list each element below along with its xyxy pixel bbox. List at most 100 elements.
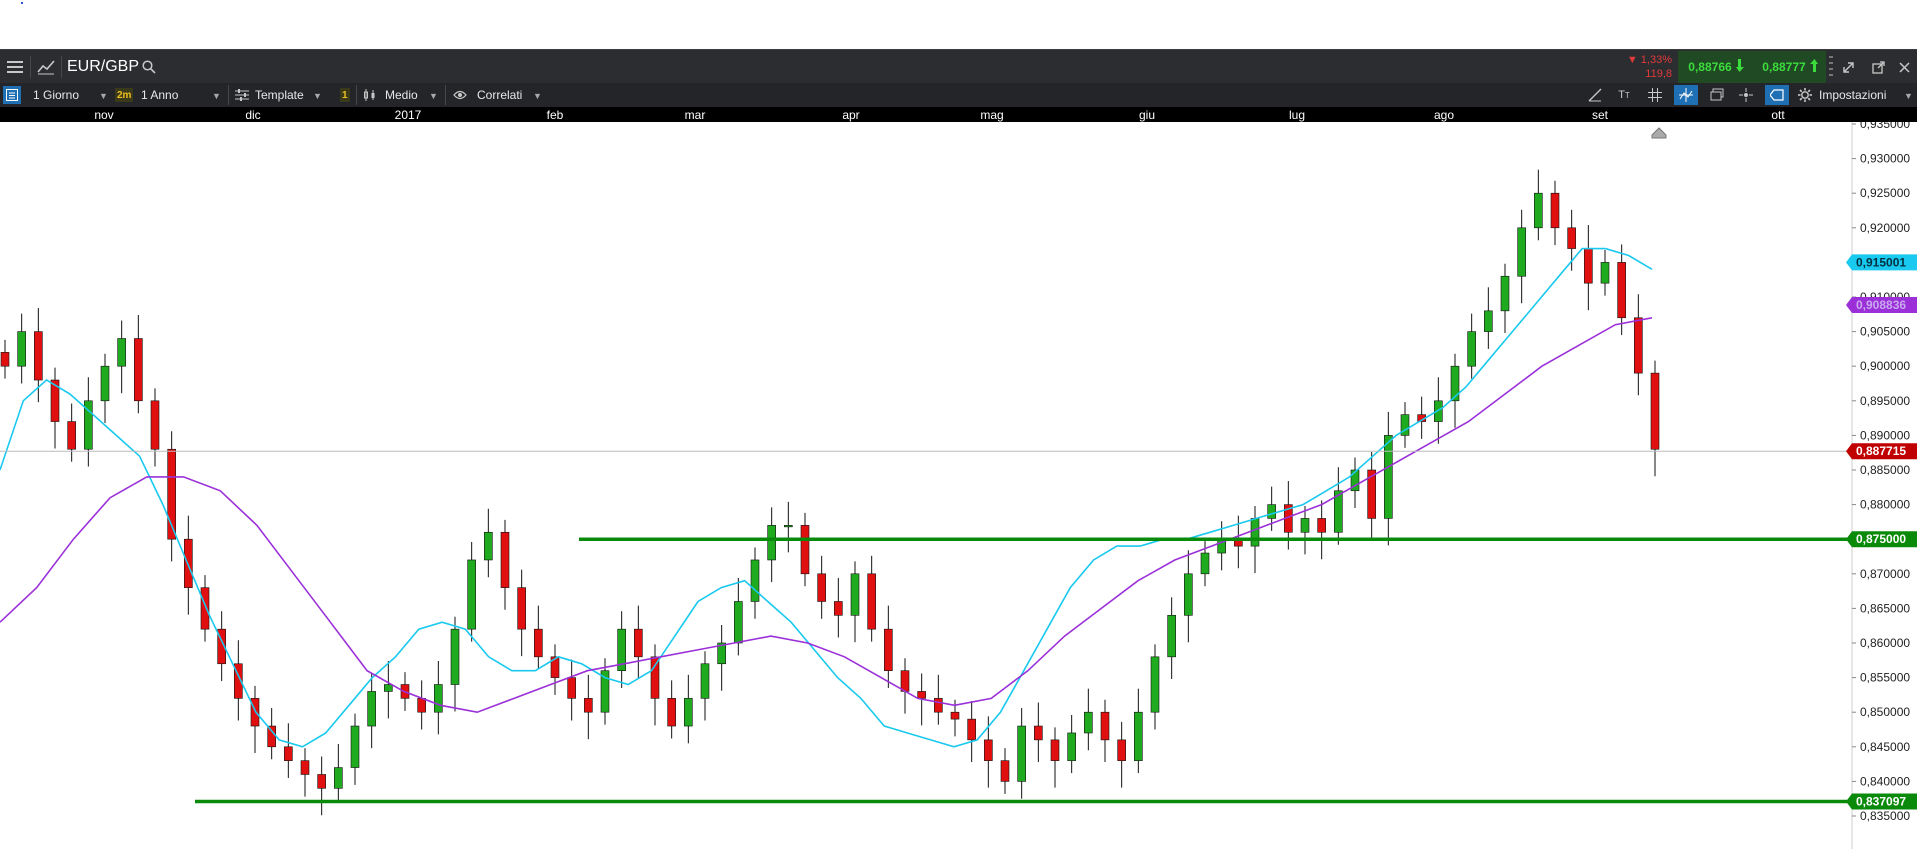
text-size-icon[interactable]: TT	[1615, 87, 1633, 103]
chevron-down-icon[interactable]: ▼	[1904, 91, 1913, 101]
range-label: 1 Anno	[141, 88, 179, 102]
candle-up	[1167, 615, 1176, 658]
candle-up	[750, 559, 760, 602]
candle-down	[1567, 227, 1576, 249]
popout-icon[interactable]	[1870, 59, 1886, 75]
candle-down	[534, 628, 543, 658]
y-tick-label: 0,900000	[1860, 359, 1910, 373]
range-select[interactable]: 1 Anno	[141, 83, 221, 107]
candle-down	[1317, 518, 1326, 533]
y-tick-label: 0,930000	[1860, 152, 1910, 166]
close-icon[interactable]	[1896, 59, 1912, 75]
eye-icon[interactable]	[452, 87, 468, 103]
price-chart[interactable]: 0,9350000,9300000,9250000,9200000,915000…	[0, 122, 1917, 849]
moving-average-slow-line	[0, 317, 1653, 714]
interval-label: 1 Giorno	[33, 88, 80, 102]
candle-up	[767, 525, 776, 561]
candle-up	[850, 573, 860, 616]
menu-icon[interactable]	[6, 59, 24, 75]
candle-up	[367, 691, 376, 727]
grid-icon[interactable]	[1646, 87, 1664, 103]
month-label: dic	[245, 108, 261, 122]
style-select[interactable]: Medio	[385, 83, 435, 107]
candle-up	[1134, 711, 1143, 761]
ma-slow-price-tag: 0,908836	[1856, 298, 1906, 312]
candle-up	[334, 767, 343, 789]
template-icon[interactable]	[234, 87, 250, 103]
candle-up	[117, 338, 126, 367]
candle-down	[417, 698, 426, 713]
candle-up	[1267, 504, 1276, 519]
chevron-down-icon[interactable]: ▼	[99, 91, 108, 101]
month-label: feb	[546, 108, 564, 122]
month-label: 2017	[394, 108, 422, 122]
style-label: Medio	[385, 88, 418, 102]
candle-down	[267, 725, 276, 748]
badge-2m[interactable]: 2m	[115, 88, 134, 102]
month-label: lug	[1288, 108, 1306, 122]
candle-up	[734, 601, 743, 644]
candle-up	[1600, 262, 1610, 284]
candle-down	[934, 698, 943, 713]
candle-down	[1050, 739, 1060, 761]
sell-button[interactable]: 0,88766	[1678, 51, 1754, 83]
drag-handle-icon[interactable]	[1827, 52, 1835, 82]
candle-up	[100, 365, 110, 402]
y-tick-label: 0,870000	[1860, 567, 1910, 581]
candle-down	[1650, 372, 1660, 450]
candle-up	[784, 525, 793, 528]
chevron-down-icon[interactable]: ▼	[313, 91, 322, 101]
candle-down	[567, 677, 576, 699]
tag-icon[interactable]	[1765, 85, 1789, 105]
search-icon[interactable]	[141, 59, 157, 75]
list-icon[interactable]	[3, 86, 21, 104]
maximize-icon[interactable]	[1840, 59, 1856, 75]
change-percent: ▼ 1,33%	[1626, 54, 1672, 66]
candle-down	[500, 531, 510, 588]
badge-1[interactable]: 1	[340, 88, 350, 102]
chart-canvas[interactable]: 0,9350000,9300000,9250000,9200000,915000…	[0, 122, 1917, 849]
settings-select[interactable]: Impostazioni	[1819, 83, 1899, 107]
top-blank-area	[0, 0, 1917, 49]
candle-icon[interactable]	[362, 87, 378, 103]
candle-down	[1550, 192, 1560, 229]
settings-label: Impostazioni	[1819, 88, 1887, 102]
ask-price: 0,88777	[1762, 60, 1806, 74]
candle-down	[250, 698, 260, 727]
chevron-down-icon[interactable]: ▼	[429, 91, 438, 101]
symbol-name[interactable]: EUR/GBP	[67, 58, 139, 76]
candle-down	[867, 573, 876, 630]
candle-down	[317, 774, 326, 789]
month-label: mar	[684, 108, 706, 122]
separator	[228, 85, 229, 105]
candle-down	[517, 587, 526, 630]
change-display: ▼ 1,33% 119,8	[1612, 51, 1678, 83]
crosshair-icon[interactable]	[1674, 85, 1698, 105]
candle-up	[467, 559, 476, 630]
candle-up	[1384, 435, 1393, 519]
candle-up	[1084, 711, 1093, 734]
candle-down	[800, 525, 810, 575]
layers-icon[interactable]	[1708, 87, 1726, 103]
candle-up	[1300, 518, 1310, 533]
y-tick-label: 0,885000	[1860, 463, 1910, 477]
chevron-down-icon[interactable]: ▼	[212, 91, 221, 101]
candle-up	[450, 628, 460, 685]
candle-down	[984, 739, 993, 761]
candle-down	[584, 698, 593, 713]
top-dot	[21, 2, 23, 4]
arrow-down-icon	[1735, 59, 1744, 75]
candle-down	[634, 628, 643, 658]
settings-icon[interactable]	[1797, 87, 1813, 103]
template-select[interactable]: Template	[255, 83, 315, 107]
correlati-select[interactable]: Correlati	[477, 83, 537, 107]
candle-down	[300, 760, 310, 775]
line-chart-icon[interactable]	[36, 58, 56, 76]
y-tick-label: 0,890000	[1860, 428, 1910, 442]
chevron-down-icon[interactable]: ▼	[533, 91, 542, 101]
pin-icon[interactable]	[1737, 87, 1755, 103]
chart-toolbar: 1 Giorno ▼ 2m 1 Anno ▼ Template ▼ 1 Medi…	[0, 83, 1917, 107]
buy-button[interactable]: 0,88777	[1754, 51, 1826, 83]
draw-icon[interactable]	[1586, 87, 1604, 103]
correlati-label: Correlati	[477, 88, 523, 102]
